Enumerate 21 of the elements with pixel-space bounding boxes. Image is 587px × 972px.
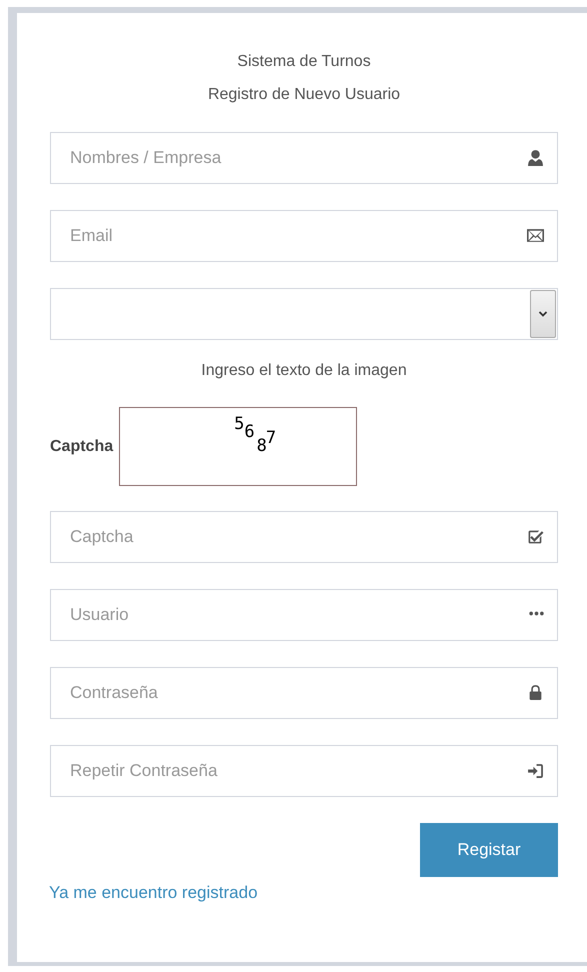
ellipsis-icon <box>529 611 544 616</box>
checkbox-icon <box>527 528 544 545</box>
login-link[interactable]: Ya me encuentro registrado <box>49 883 258 903</box>
captcha-instruction: Ingreso el texto de la imagen <box>200 361 408 381</box>
register-button[interactable]: Registar <box>420 823 558 877</box>
input-field[interactable]: Captcha <box>50 511 558 563</box>
caret-icon <box>538 309 548 319</box>
input-field[interactable]: Repetir Contraseña <box>50 745 558 797</box>
sign-in-icon <box>527 762 544 779</box>
user-icon <box>527 149 544 166</box>
dropdown-button[interactable] <box>530 290 556 338</box>
select-field[interactable] <box>50 288 558 340</box>
system-title: Sistema de Turnos <box>236 52 372 72</box>
input-field[interactable]: Nombres / Empresa <box>50 132 558 184</box>
input-field[interactable]: Contraseña <box>50 667 558 719</box>
lock-icon <box>527 684 544 701</box>
input-field[interactable]: Email <box>50 210 558 262</box>
captcha-image: 56 87 <box>119 407 358 486</box>
form-title: Registro de Nuevo Usuario <box>206 85 402 105</box>
input-field[interactable]: Usuario <box>50 589 558 641</box>
captcha-label: Captcha <box>50 438 114 456</box>
